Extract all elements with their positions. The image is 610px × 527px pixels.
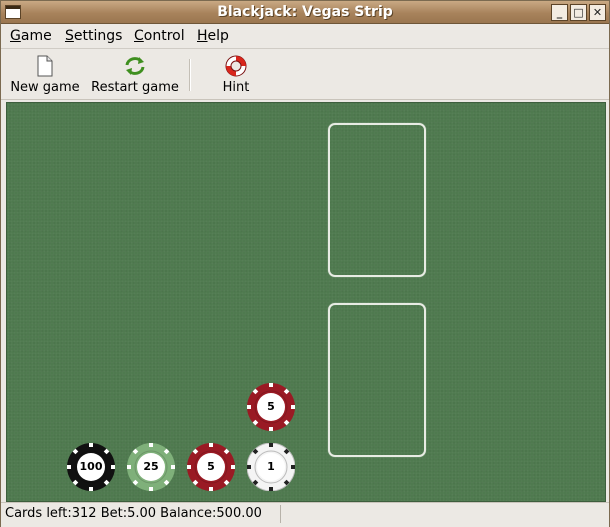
player-card-slot[interactable]	[328, 303, 426, 457]
menu-game[interactable]: Game	[10, 28, 52, 44]
lifebuoy-icon	[225, 55, 247, 77]
menu-settings[interactable]: Settings	[65, 28, 122, 44]
new-game-label: New game	[10, 80, 80, 95]
minimize-button[interactable]: _	[551, 4, 568, 21]
menu-control[interactable]: Control	[134, 28, 185, 44]
app-window: Blackjack: Vegas Strip _ □ ✕ Game Settin…	[0, 0, 610, 527]
chip-value: 1	[257, 453, 285, 481]
status-bar-divider	[280, 505, 607, 523]
bet-chip-stack[interactable]: 5	[247, 383, 295, 431]
chip-25[interactable]: 25	[127, 443, 175, 491]
chip-value: 25	[137, 453, 165, 481]
menu-help[interactable]: Help	[197, 28, 229, 44]
chip-5[interactable]: 5	[187, 443, 235, 491]
status-text: Cards left:312 Bet:5.00 Balance:500.00	[5, 506, 262, 521]
hint-label: Hint	[222, 80, 250, 95]
menu-bar: Game Settings Control Help	[1, 24, 609, 49]
close-button[interactable]: ✕	[589, 4, 606, 21]
toolbar-separator	[189, 59, 191, 91]
restart-game-label: Restart game	[91, 80, 179, 95]
title-bar[interactable]: Blackjack: Vegas Strip _ □ ✕	[1, 1, 609, 24]
restart-game-button[interactable]: Restart game	[87, 52, 183, 96]
new-document-icon	[37, 55, 53, 77]
maximize-button[interactable]: □	[570, 4, 587, 21]
refresh-arrows-icon	[125, 57, 145, 75]
window-title: Blackjack: Vegas Strip	[217, 4, 393, 20]
toolbar: New game Restart game Hint	[1, 49, 609, 100]
chip-1[interactable]: 1	[247, 443, 295, 491]
chip-value: 5	[257, 393, 285, 421]
new-game-button[interactable]: New game	[7, 52, 83, 96]
hint-button[interactable]: Hint	[213, 52, 259, 96]
chip-value: 100	[77, 453, 105, 481]
chip-value: 5	[197, 453, 225, 481]
blackjack-table[interactable]: 100 25 5 1 5	[6, 102, 606, 502]
status-bar: Cards left:312 Bet:5.00 Balance:500.00	[1, 502, 609, 527]
dealer-card-slot[interactable]	[328, 123, 426, 277]
chip-100[interactable]: 100	[67, 443, 115, 491]
